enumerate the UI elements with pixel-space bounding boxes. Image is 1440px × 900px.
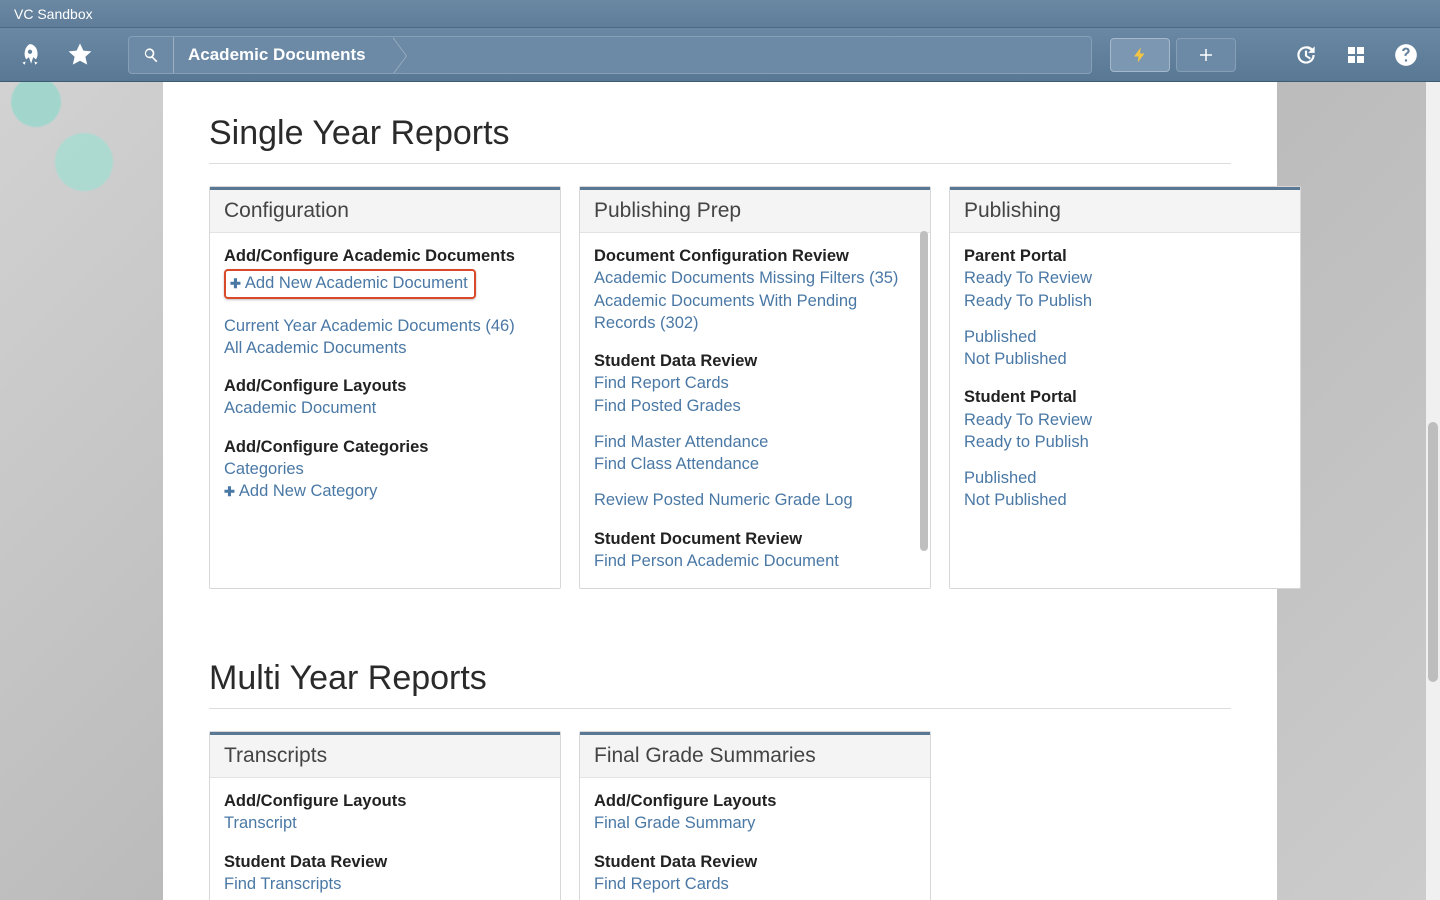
divider [209, 708, 1231, 709]
card-scrollbar[interactable] [920, 231, 928, 551]
publishing-prep-card: Publishing Prep Document Configuration R… [579, 186, 931, 589]
card-title-publishing: Publishing [950, 187, 1300, 233]
apps-grid-icon[interactable] [1336, 35, 1376, 75]
group-student-portal: Student Portal [964, 386, 1286, 408]
help-icon[interactable] [1386, 35, 1426, 75]
review-grade-log-link[interactable]: Review Posted Numeric Grade Log [594, 489, 853, 511]
find-report-cards-link[interactable]: Find Report Cards [594, 372, 729, 394]
group-parent-portal: Parent Portal [964, 245, 1286, 267]
star-icon[interactable] [60, 35, 100, 75]
page-scrollbar-track [1426, 82, 1440, 900]
fgs-find-report-cards-link[interactable]: Find Report Cards [594, 873, 729, 895]
page-scroll-region[interactable]: Single Year Reports Configuration Add/Co… [0, 82, 1440, 900]
card-title-publishing-prep: Publishing Prep [580, 187, 930, 233]
docs-pending-records-link[interactable]: Academic Documents With Pending Records … [594, 290, 916, 335]
final-grade-summaries-card: Final Grade Summaries Add/Configure Layo… [579, 731, 931, 900]
main-toolbar: Academic Documents [0, 28, 1440, 82]
page-scrollbar-thumb[interactable] [1428, 422, 1438, 682]
page-content: Single Year Reports Configuration Add/Co… [163, 82, 1277, 900]
transcripts-card: Transcripts Add/Configure Layouts Transc… [209, 731, 561, 900]
docs-missing-filters-link[interactable]: Academic Documents Missing Filters (35) [594, 267, 898, 289]
rocket-icon[interactable] [10, 35, 50, 75]
group-add-configure-categories: Add/Configure Categories [224, 436, 546, 458]
group-doc-config-review: Document Configuration Review [594, 245, 916, 267]
student-published-link[interactable]: Published [964, 467, 1036, 489]
window-titlebar: VC Sandbox [0, 0, 1440, 28]
student-ready-to-publish-link[interactable]: Ready to Publish [964, 431, 1089, 453]
group-fgs-layouts: Add/Configure Layouts [594, 790, 916, 812]
add-button[interactable] [1176, 38, 1236, 72]
student-not-published-link[interactable]: Not Published [964, 489, 1067, 511]
add-new-academic-document-link[interactable]: Add New Academic Document [230, 272, 468, 294]
find-posted-grades-link[interactable]: Find Posted Grades [594, 395, 741, 417]
final-grade-summary-layout-link[interactable]: Final Grade Summary [594, 812, 755, 834]
find-master-attendance-link[interactable]: Find Master Attendance [594, 431, 768, 453]
parent-ready-to-publish-link[interactable]: Ready To Publish [964, 290, 1092, 312]
parent-not-published-link[interactable]: Not Published [964, 348, 1067, 370]
find-class-attendance-link[interactable]: Find Class Attendance [594, 453, 759, 475]
search-icon[interactable] [129, 37, 174, 73]
current-year-docs-link[interactable]: Current Year Academic Documents (46) [224, 315, 515, 337]
group-transcript-data-review: Student Data Review [224, 851, 546, 873]
card-title-transcripts: Transcripts [210, 732, 560, 778]
lightning-button[interactable] [1110, 38, 1170, 72]
parent-published-link[interactable]: Published [964, 326, 1036, 348]
academic-document-layout-link[interactable]: Academic Document [224, 397, 376, 419]
breadcrumb-academic-documents[interactable]: Academic Documents [174, 37, 392, 73]
group-fgs-data-review: Student Data Review [594, 851, 916, 873]
student-ready-to-review-link[interactable]: Ready To Review [964, 409, 1092, 431]
all-academic-documents-link[interactable]: All Academic Documents [224, 337, 407, 359]
group-add-configure-layouts: Add/Configure Layouts [224, 375, 546, 397]
configuration-card: Configuration Add/Configure Academic Doc… [209, 186, 561, 589]
categories-link[interactable]: Categories [224, 458, 304, 480]
group-add-configure-docs: Add/Configure Academic Documents [224, 245, 546, 267]
breadcrumb-bar: Academic Documents [128, 36, 1092, 74]
add-new-academic-document-highlight: Add New Academic Document [224, 269, 476, 298]
find-transcripts-link[interactable]: Find Transcripts [224, 873, 341, 895]
publishing-card: Publishing Parent Portal Ready To Review… [949, 186, 1301, 589]
app-title: VC Sandbox [14, 6, 93, 22]
group-transcript-layouts: Add/Configure Layouts [224, 790, 546, 812]
card-title-fgs: Final Grade Summaries [580, 732, 930, 778]
group-student-doc-review: Student Document Review [594, 528, 916, 550]
multi-year-heading: Multi Year Reports [209, 659, 1231, 698]
history-icon[interactable] [1286, 35, 1326, 75]
card-title-configuration: Configuration [210, 187, 560, 233]
single-year-heading: Single Year Reports [209, 114, 1231, 153]
parent-ready-to-review-link[interactable]: Ready To Review [964, 267, 1092, 289]
divider [209, 163, 1231, 164]
group-student-data-review: Student Data Review [594, 350, 916, 372]
add-new-category-link[interactable]: Add New Category [224, 480, 377, 502]
transcript-layout-link[interactable]: Transcript [224, 812, 297, 834]
find-person-academic-doc-link[interactable]: Find Person Academic Document [594, 550, 839, 572]
